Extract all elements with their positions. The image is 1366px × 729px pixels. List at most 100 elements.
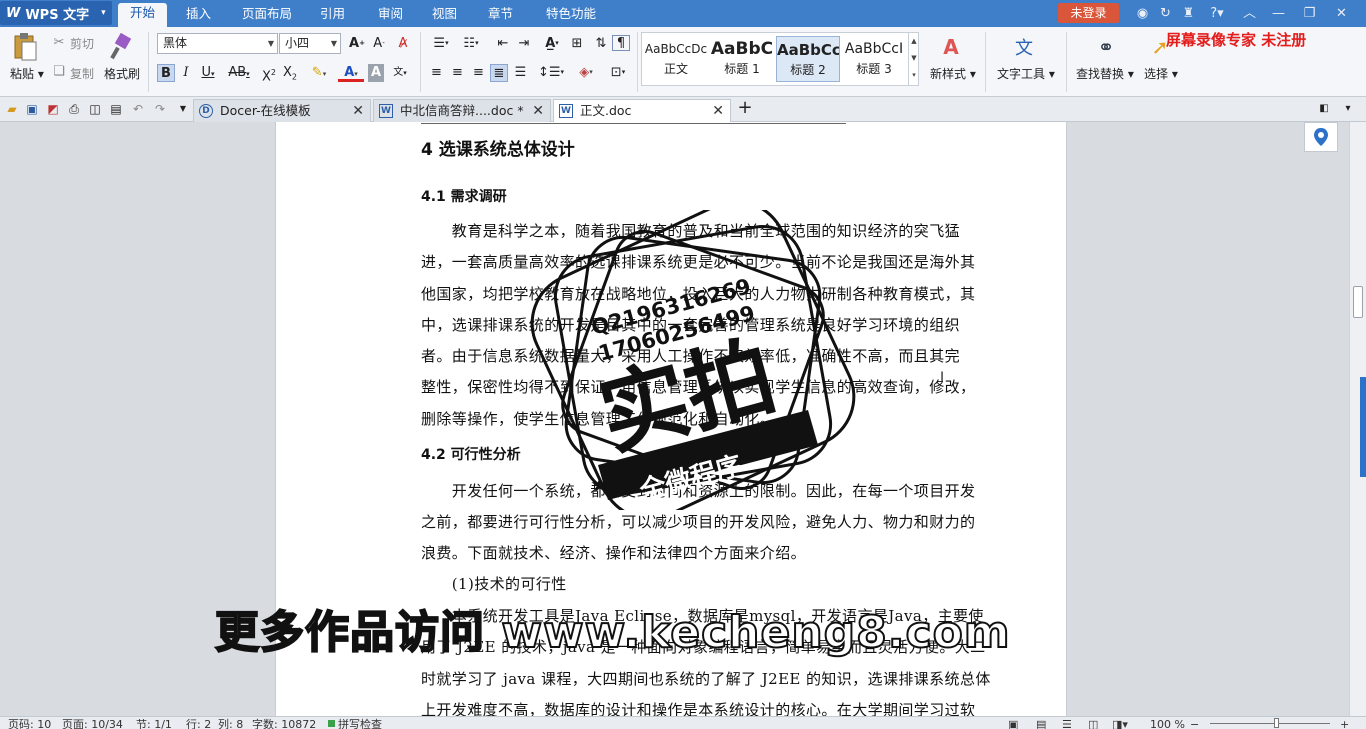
copy-button[interactable]: 复制 (70, 65, 94, 82)
find-replace-button[interactable]: 查找替换 ▾ (1076, 65, 1134, 82)
style-heading-3[interactable]: AaBbCcI 标题 3 (842, 36, 906, 82)
scissors-icon: ✂ (53, 34, 65, 50)
phonetic-icon[interactable]: 文▾ (388, 64, 412, 82)
collapse-ribbon-icon[interactable]: ︿ (1241, 5, 1258, 22)
watermark-stamp: Q2196316269 17060256499 实拍 全微程序 ★ ★ (530, 210, 856, 510)
style-heading-2[interactable]: AaBbCc 标题 2 (776, 36, 840, 82)
cut-button[interactable]: 剪切 (70, 35, 94, 52)
tab-main-doc[interactable]: W 正文.doc ✕ (553, 99, 731, 122)
side-panel-handle[interactable] (1360, 377, 1366, 477)
tab-references[interactable]: 引用 (308, 4, 357, 26)
save-icon[interactable]: ▣ (24, 101, 40, 117)
spell-check-toggle[interactable]: 拼写检查 (338, 718, 382, 729)
tab-review[interactable]: 审阅 (366, 4, 415, 26)
bullet-list-icon[interactable]: ☰ ▾ (428, 35, 454, 51)
font-color-icon[interactable]: A▾ (338, 64, 364, 82)
print-preview-icon[interactable]: ◫ (87, 101, 103, 117)
view-full-icon[interactable]: ▣ (1008, 718, 1018, 729)
tab-list-icon[interactable]: ◧ (1316, 101, 1332, 117)
strikethrough-icon[interactable]: AB▾ (226, 64, 252, 82)
tab-defense-doc[interactable]: W 中北信商答辩....doc * ✕ (373, 99, 551, 122)
close-tab-icon[interactable]: ✕ (352, 100, 364, 122)
scroll-thumb[interactable] (1353, 286, 1363, 318)
select-button[interactable]: 选择 ▾ (1144, 65, 1178, 82)
zoom-slider[interactable] (1210, 723, 1330, 724)
tab-menu-icon[interactable]: ▾ (1340, 101, 1356, 117)
show-marks-icon[interactable]: ¶ (612, 35, 630, 51)
location-pin-icon (1314, 128, 1328, 146)
text-tools-button[interactable]: 文字工具 ▾ (997, 65, 1055, 82)
help-icon[interactable]: ?▾ (1206, 5, 1228, 22)
font-size-select[interactable]: 小四 ▼ (279, 33, 341, 54)
subscript-icon[interactable]: X2 (281, 64, 299, 82)
undo-icon[interactable]: ↶ (130, 101, 146, 117)
redo-icon[interactable]: ↷ (152, 101, 168, 117)
view-outline-icon[interactable]: ☰ (1062, 718, 1072, 729)
restore-icon[interactable]: ❐ (1301, 5, 1318, 22)
sync-icon[interactable]: ↻ (1157, 5, 1174, 22)
skin-icon[interactable]: ◉ (1134, 5, 1151, 22)
align-left-icon[interactable]: ≡ (428, 64, 445, 80)
zoom-out-icon[interactable]: − (1190, 718, 1199, 729)
highlight-icon[interactable]: ✎▾ (306, 64, 332, 82)
tab-home[interactable]: 开始 (118, 3, 168, 27)
clear-format-icon[interactable]: A̷ (394, 35, 412, 51)
underline-icon[interactable]: U▾ (197, 64, 219, 82)
format-painter-button[interactable]: 格式刷 (104, 65, 140, 82)
view-page-icon[interactable]: ▤ (1036, 718, 1046, 729)
zoom-level[interactable]: 100 % (1150, 718, 1185, 729)
align-center-icon[interactable]: ≡ (449, 64, 466, 80)
tab-docer[interactable]: D Docer-在线模板 ✕ (193, 99, 371, 122)
shirt-icon[interactable]: ♜ (1180, 5, 1197, 22)
document-tab-bar: ▰ ▣ ◩ ⎙ ◫ ▤ ↶ ↷ ▼ D Docer-在线模板 ✕ W 中北信商答辩..… (0, 97, 1366, 122)
borders-icon[interactable]: ⊡ ▾ (604, 64, 632, 80)
tab-features[interactable]: 特色功能 (534, 4, 608, 26)
paragraph-shading-icon[interactable]: ◈ ▾ (572, 64, 600, 80)
shrink-font-icon[interactable]: A- (370, 35, 388, 51)
style-heading-1[interactable]: AaBbC 标题 1 (710, 36, 774, 82)
view-web-icon[interactable]: ◫ (1088, 718, 1098, 729)
bold-icon[interactable]: B (157, 64, 175, 82)
tab-view[interactable]: 视图 (420, 4, 469, 26)
minimize-icon[interactable]: — (1270, 5, 1287, 22)
qat-dropdown-icon[interactable]: ▼ (175, 101, 191, 117)
increase-indent-icon[interactable]: ⇥ (515, 35, 533, 51)
doc-icon[interactable]: ▤ (108, 101, 124, 117)
distributed-icon[interactable]: ☰ (512, 64, 529, 80)
decrease-indent-icon[interactable]: ⇤ (494, 35, 512, 51)
char-shading-icon[interactable]: A (368, 64, 384, 82)
numbered-list-icon[interactable]: ☷ ▾ (458, 35, 484, 51)
grow-font-icon[interactable]: A + (348, 35, 366, 51)
app-menu-button[interactable]: W WPS 文字 ▾ (0, 1, 112, 25)
chinese-layout-icon[interactable]: A̲ ▾ (538, 35, 566, 51)
paste-button[interactable]: 粘贴 ▾ (10, 65, 44, 82)
zoom-in-icon[interactable]: + (1340, 718, 1349, 729)
italic-icon[interactable]: I (178, 64, 194, 82)
superscript-icon[interactable]: X2 (260, 64, 278, 84)
align-right-icon[interactable]: ≡ (470, 64, 487, 80)
new-style-button[interactable]: 新样式 ▾ (930, 65, 976, 82)
tab-section[interactable]: 章节 (476, 4, 525, 26)
login-button[interactable]: 未登录 (1058, 3, 1119, 23)
open-icon[interactable]: ▰ (4, 101, 20, 117)
close-icon[interactable]: ✕ (1333, 5, 1350, 22)
zoom-slider-thumb[interactable] (1274, 718, 1279, 728)
location-pin-button[interactable] (1304, 122, 1338, 152)
close-tab-icon[interactable]: ✕ (532, 100, 544, 122)
line-spacing-icon[interactable]: ↕☰ ▾ (538, 64, 564, 80)
tab-page-layout[interactable]: 页面布局 (230, 4, 304, 26)
close-tab-icon[interactable]: ✕ (712, 100, 724, 122)
view-read-icon[interactable]: ◨▾ (1112, 718, 1128, 729)
paste-icon[interactable] (11, 32, 39, 62)
print-icon[interactable]: ⎙ (66, 101, 82, 117)
style-gallery-scroll[interactable]: ▲ ▼ ▾ (908, 33, 919, 85)
font-name-select[interactable]: 黑体 ▼ (157, 33, 278, 54)
tab-insert[interactable]: 插入 (174, 4, 223, 26)
table-icon[interactable]: ⊞ (568, 35, 586, 51)
export-pdf-icon[interactable]: ◩ (45, 101, 61, 117)
format-painter-icon[interactable] (108, 33, 134, 61)
justify-icon[interactable]: ≣ (490, 64, 508, 82)
new-tab-icon[interactable]: + (737, 99, 753, 117)
style-normal[interactable]: AaBbCcDc 正文 (644, 36, 708, 82)
sort-icon[interactable]: ⇅ (592, 35, 610, 51)
